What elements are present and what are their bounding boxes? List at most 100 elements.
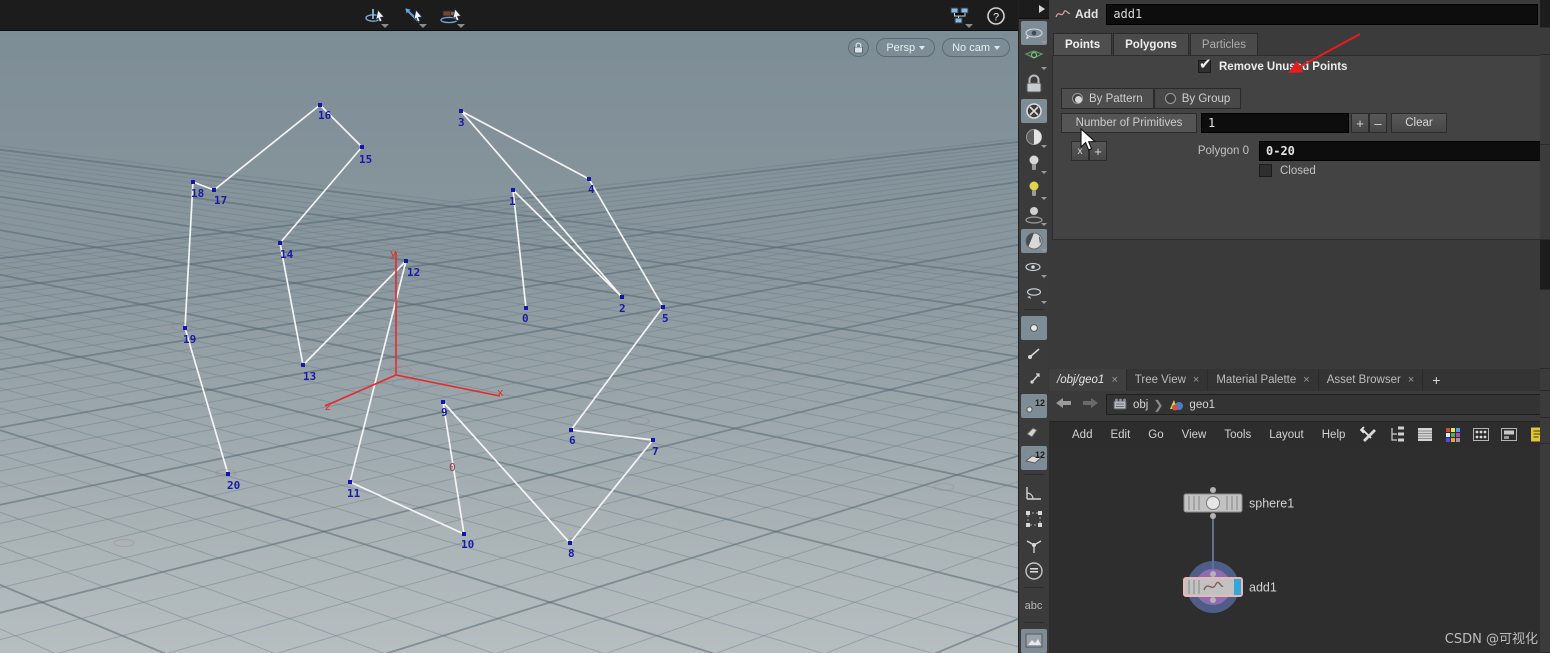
node-sphere1[interactable]: sphere1 — [1183, 487, 1294, 519]
prim-numbers-button[interactable]: 12 — [1020, 446, 1047, 470]
tab-particles[interactable]: Particles — [1189, 33, 1259, 55]
shading-sphere-button[interactable] — [1021, 125, 1047, 149]
remove-unused-points-checkbox[interactable] — [1198, 57, 1212, 73]
color-palette-icon — [1446, 428, 1460, 442]
pane-tab-material-palette[interactable]: Material Palette × — [1208, 369, 1319, 391]
measure-angle-button[interactable] — [1021, 481, 1047, 505]
tab-points[interactable]: Points — [1053, 33, 1113, 55]
display-options-button[interactable] — [946, 3, 974, 28]
view-tool-button[interactable] — [438, 3, 466, 28]
node-add1[interactable]: add1 — [1183, 561, 1277, 613]
network-editor[interactable]: sphere1 add1 CSDN @可视化 — [1049, 447, 1550, 653]
visualize-button[interactable] — [1021, 255, 1047, 279]
polygon-0-input[interactable]: 0-20 — [1259, 141, 1541, 161]
by-group-option[interactable]: By Group — [1153, 88, 1242, 109]
menu-go[interactable]: Go — [1139, 422, 1172, 448]
camera-select-dropdown[interactable]: No cam — [942, 38, 1010, 57]
svg-text:z: z — [325, 400, 331, 413]
bounding-box-button[interactable] — [1021, 507, 1047, 531]
color-palette-button[interactable] — [1442, 424, 1464, 445]
close-icon[interactable]: × — [1111, 374, 1117, 386]
env-light-button[interactable] — [1021, 203, 1047, 227]
closed-checkbox[interactable] — [1259, 164, 1272, 177]
help-button[interactable]: ? — [982, 3, 1010, 28]
node-name-input[interactable]: add1 — [1106, 3, 1538, 25]
lock-button[interactable] — [1021, 73, 1047, 97]
chevron-down-icon — [1040, 223, 1047, 226]
material-sphere-button[interactable] — [1020, 229, 1047, 253]
handle-tool-button[interactable] — [400, 3, 428, 28]
remove-instance-button[interactable]: x — [1071, 141, 1089, 161]
point-numbers-button[interactable]: 12 — [1020, 394, 1047, 418]
tools-wrench-button[interactable] — [1358, 424, 1380, 445]
ghost-object-icon — [1025, 103, 1042, 119]
network-menu-bar: Add Edit Go View Tools Layout Help — [1049, 421, 1550, 447]
breadcrumb-path[interactable]: obj ❯ geo1 — [1106, 394, 1545, 415]
svg-text:x: x — [497, 386, 504, 399]
pane-tab-asset-browser[interactable]: Asset Browser × — [1319, 369, 1424, 391]
number-of-primitives-row: Number of Primitives 1 + – Clear — [1061, 113, 1447, 133]
layers-button[interactable] — [1414, 424, 1436, 445]
menu-add[interactable]: Add — [1063, 422, 1101, 448]
radio-off-icon — [1164, 93, 1176, 104]
menu-edit[interactable]: Edit — [1101, 422, 1139, 448]
network-toolbar-icons — [1358, 424, 1548, 445]
background-image-button[interactable] — [1020, 629, 1047, 653]
geometry-object-icon — [1170, 399, 1184, 410]
rail-collapse-header[interactable] — [1018, 0, 1049, 19]
close-icon[interactable]: × — [1303, 374, 1309, 386]
clear-primitives-button[interactable]: Clear — [1391, 113, 1447, 133]
menu-tools[interactable]: Tools — [1215, 422, 1260, 448]
snapshot-grid-icon — [1473, 428, 1489, 441]
right-edge-strips — [1540, 0, 1550, 653]
point-markers-button[interactable] — [1020, 316, 1047, 340]
add-pane-tab-button[interactable]: + — [1423, 369, 1449, 391]
number-of-primitives-label-button[interactable]: Number of Primitives — [1061, 113, 1197, 133]
rail-divider — [1023, 622, 1044, 623]
tree-list-button[interactable] — [1386, 424, 1408, 445]
select-visible-button[interactable] — [1021, 47, 1047, 71]
group-list-button[interactable] — [1021, 559, 1047, 583]
crumb-obj[interactable]: obj — [1113, 398, 1148, 411]
menu-view[interactable]: View — [1173, 422, 1216, 448]
axes-button[interactable] — [1021, 533, 1047, 557]
headlight-button[interactable] — [1021, 177, 1047, 201]
chevron-down-icon — [1040, 145, 1047, 148]
pane-tab-tree-view[interactable]: Tree View × — [1127, 369, 1209, 391]
close-icon[interactable]: × — [1193, 374, 1199, 386]
select-tool-button[interactable] — [362, 3, 390, 28]
panel-layout-button[interactable] — [1498, 424, 1520, 445]
add-plus-icon: + — [1094, 143, 1102, 159]
snapshot-grid-button[interactable] — [1470, 424, 1492, 445]
menu-layout[interactable]: Layout — [1260, 422, 1313, 448]
increment-primitives-button[interactable]: + — [1351, 113, 1369, 133]
by-pattern-option[interactable]: By Pattern — [1061, 88, 1154, 109]
pane-tab-objgeo1[interactable]: /obj/geo1 × — [1049, 369, 1127, 391]
normals-button[interactable] — [1021, 342, 1047, 366]
add-instance-button[interactable]: + — [1089, 141, 1107, 161]
number-of-primitives-input[interactable]: 1 — [1201, 113, 1349, 133]
close-icon[interactable]: × — [1408, 374, 1414, 386]
ghost-object-button[interactable] — [1020, 99, 1047, 123]
paint-visualize-button[interactable] — [1021, 281, 1047, 305]
decrement-primitives-button[interactable]: – — [1369, 113, 1387, 133]
menu-help[interactable]: Help — [1313, 422, 1355, 448]
nav-forward-button[interactable] — [1080, 396, 1100, 413]
chevron-down-icon — [1040, 249, 1047, 252]
normals-icon — [1027, 348, 1039, 359]
point-markers-icon — [1029, 324, 1038, 332]
show-hide-geometry-button[interactable] — [1020, 21, 1047, 45]
lock-camera-button[interactable] — [848, 38, 870, 57]
chevron-down-icon — [1040, 275, 1047, 278]
crumb-geo1[interactable]: geo1 — [1168, 398, 1215, 412]
viewport-type-dropdown[interactable]: Persp — [876, 38, 936, 57]
clear-label: Clear — [1405, 117, 1433, 129]
nav-back-button[interactable] — [1054, 396, 1074, 413]
vectors-button[interactable] — [1021, 368, 1047, 392]
viewport-3d-canvas[interactable]: y x z 0 1 2 3 4 5 6 7 8 9 10 11 12 13 14 15 16 17 18 19 20 0 Per… — [0, 31, 1018, 653]
tab-polygons[interactable]: Polygons — [1113, 33, 1189, 55]
light-bulb-button[interactable] — [1021, 151, 1047, 175]
text-abc-button[interactable]: abc — [1021, 594, 1047, 618]
chevron-down-icon — [419, 24, 427, 28]
prim-hulls-button[interactable] — [1021, 420, 1047, 444]
